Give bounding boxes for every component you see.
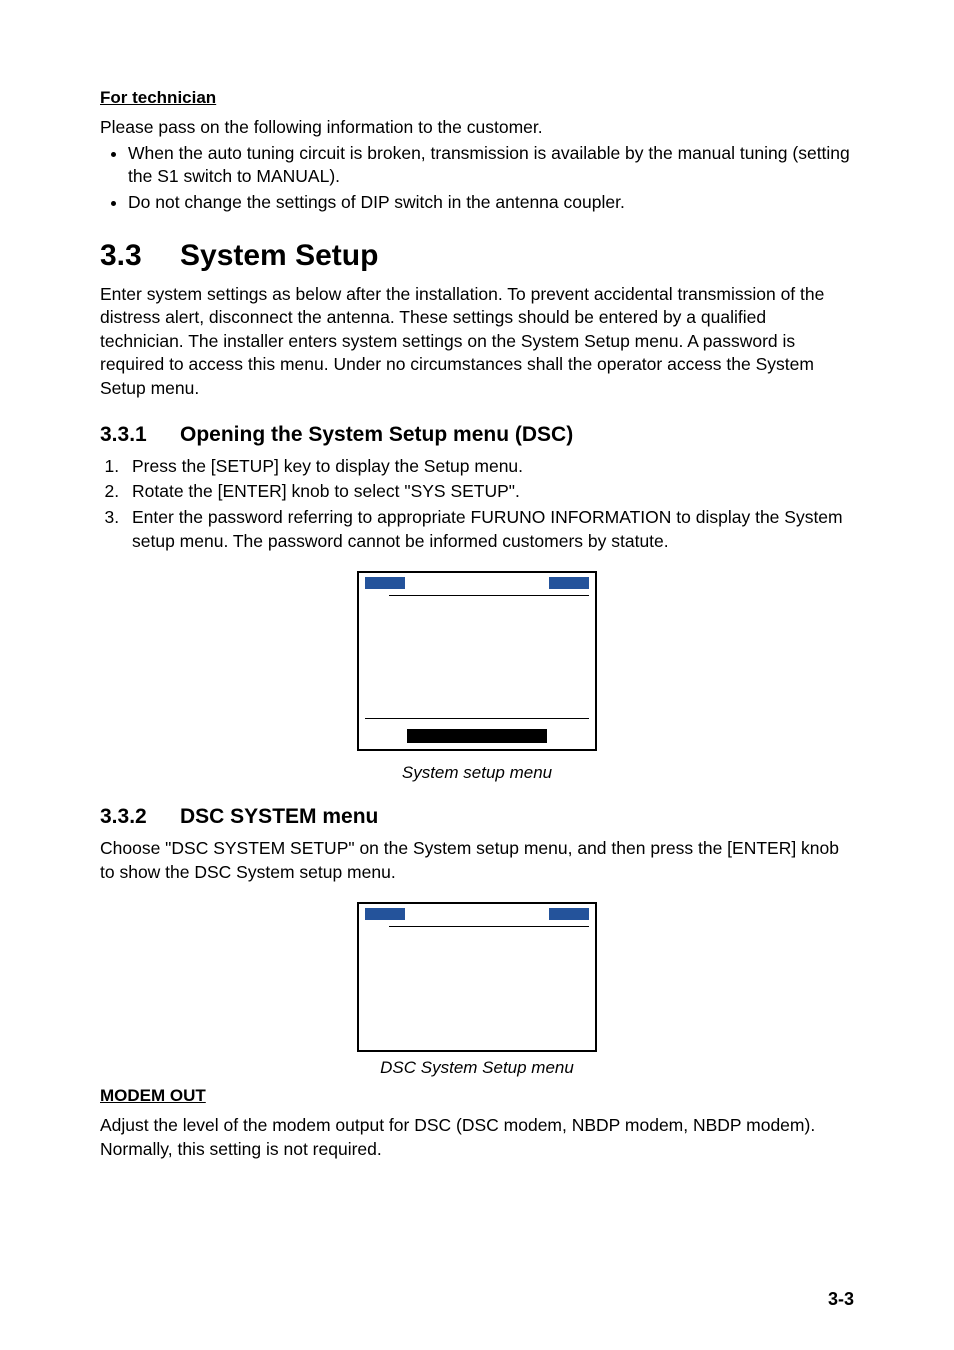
divider-line bbox=[389, 595, 589, 596]
section-heading: 3.3 System Setup bbox=[100, 239, 854, 273]
blue-block-icon bbox=[549, 908, 589, 920]
subsection-title: DSC SYSTEM menu bbox=[180, 805, 378, 829]
figure-caption: DSC System Setup menu bbox=[100, 1058, 854, 1078]
list-item: Rotate the [ENTER] knob to select "SYS S… bbox=[124, 480, 854, 504]
section-title: System Setup bbox=[180, 239, 378, 273]
blue-block-icon bbox=[365, 908, 405, 920]
steps-list: Press the [SETUP] key to display the Set… bbox=[100, 455, 854, 554]
black-bar-icon bbox=[407, 729, 547, 743]
figure-dsc-system-setup-menu bbox=[100, 902, 854, 1052]
tech-intro-paragraph: Please pass on the following information… bbox=[100, 116, 854, 140]
figure-caption: System setup menu bbox=[100, 763, 854, 783]
heading-for-technician: For technician bbox=[100, 88, 854, 108]
section-number: 3.3 bbox=[100, 239, 180, 273]
heading-modem-out: MODEM OUT bbox=[100, 1086, 854, 1106]
subsection-intro-paragraph: Choose "DSC SYSTEM SETUP" on the System … bbox=[100, 837, 854, 884]
divider-line bbox=[389, 926, 589, 927]
subsection-heading: 3.3.2 DSC SYSTEM menu bbox=[100, 805, 854, 829]
subsection-number: 3.3.1 bbox=[100, 423, 180, 447]
document-page: For technician Please pass on the follow… bbox=[0, 0, 954, 1350]
screen-diagram bbox=[357, 571, 597, 751]
figure-system-setup-menu bbox=[100, 571, 854, 751]
subsection-number: 3.3.2 bbox=[100, 805, 180, 829]
list-item: Press the [SETUP] key to display the Set… bbox=[124, 455, 854, 479]
section-intro-paragraph: Enter system settings as below after the… bbox=[100, 283, 854, 401]
page-number: 3-3 bbox=[828, 1289, 854, 1310]
subsection-title: Opening the System Setup menu (DSC) bbox=[180, 423, 573, 447]
list-item: Enter the password referring to appropri… bbox=[124, 506, 854, 553]
blue-block-icon bbox=[549, 577, 589, 589]
blue-block-icon bbox=[365, 577, 405, 589]
list-item: When the auto tuning circuit is broken, … bbox=[128, 142, 854, 189]
subsection-heading: 3.3.1 Opening the System Setup menu (DSC… bbox=[100, 423, 854, 447]
divider-line bbox=[365, 718, 589, 719]
tech-bullet-list: When the auto tuning circuit is broken, … bbox=[100, 142, 854, 215]
screen-header-row bbox=[359, 904, 595, 920]
screen-diagram bbox=[357, 902, 597, 1052]
screen-header-row bbox=[359, 573, 595, 589]
modem-out-paragraph: Adjust the level of the modem output for… bbox=[100, 1114, 854, 1161]
list-item: Do not change the settings of DIP switch… bbox=[128, 191, 854, 215]
